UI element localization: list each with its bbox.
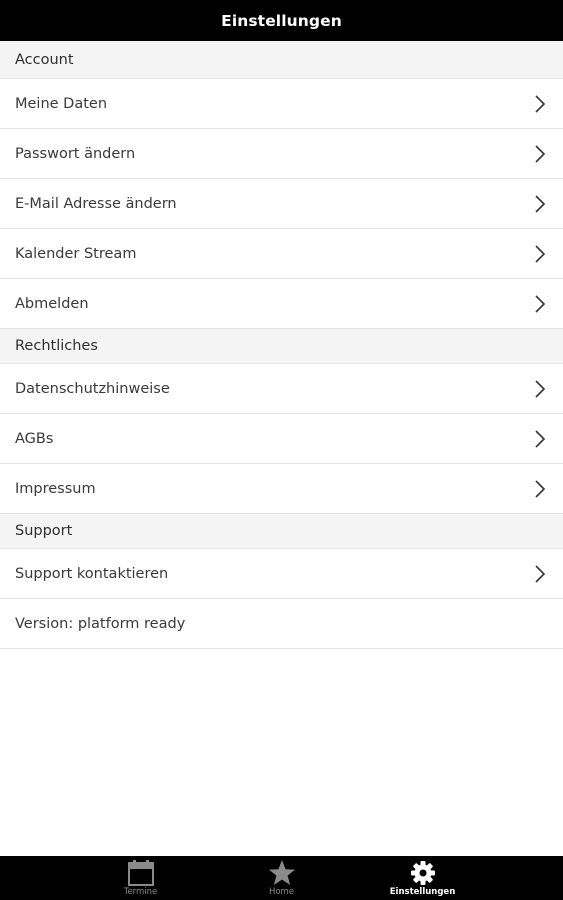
gear-icon <box>409 859 437 887</box>
settings-item-label: Impressum <box>15 480 96 497</box>
settings-item-datenschutzhinweise[interactable]: Datenschutzhinweise <box>0 364 563 414</box>
section-header-rechtliches: Rechtliches <box>0 329 563 364</box>
settings-item-support-kontaktieren[interactable]: Support kontaktieren <box>0 549 563 599</box>
settings-item-label: Datenschutzhinweise <box>15 380 170 397</box>
section-title: Rechtliches <box>15 338 98 354</box>
bottom-tab-bar: Termine Home Einstellungen <box>0 856 563 900</box>
chevron-right-icon <box>533 429 547 449</box>
tab-label: Termine <box>123 887 158 897</box>
settings-item-label: Kalender Stream <box>15 245 137 262</box>
chevron-right-icon <box>533 244 547 264</box>
settings-item-meine-daten[interactable]: Meine Daten <box>0 79 563 129</box>
settings-item-label: Abmelden <box>15 295 89 312</box>
tab-label: Einstellungen <box>389 887 456 897</box>
section-title: Account <box>15 51 74 68</box>
settings-item-passwort-aendern[interactable]: Passwort ändern <box>0 129 563 179</box>
chevron-right-icon <box>533 564 547 584</box>
page-title: Einstellungen <box>221 11 342 30</box>
tab-home[interactable]: Home <box>211 856 352 900</box>
chevron-right-icon <box>533 479 547 499</box>
settings-screen: Einstellungen Account Meine Daten Passwo… <box>0 0 563 900</box>
chevron-right-icon <box>533 194 547 214</box>
star-icon <box>268 859 296 887</box>
chevron-right-icon <box>533 294 547 314</box>
section-header-account: Account <box>0 41 563 79</box>
tab-termine[interactable]: Termine <box>70 856 211 900</box>
section-header-support: Support <box>0 514 563 549</box>
settings-item-label: Passwort ändern <box>15 145 136 162</box>
tab-einstellungen[interactable]: Einstellungen <box>352 856 493 900</box>
settings-item-kalender-stream[interactable]: Kalender Stream <box>0 229 563 279</box>
section-title: Support <box>15 523 73 539</box>
settings-item-impressum[interactable]: Impressum <box>0 464 563 514</box>
version-row: Version: platform ready <box>0 599 563 649</box>
chevron-right-icon <box>533 144 547 164</box>
calendar-icon <box>127 859 155 887</box>
settings-item-label: E-Mail Adresse ändern <box>15 195 177 212</box>
chevron-right-icon <box>533 94 547 114</box>
settings-item-label: AGBs <box>15 430 54 447</box>
tab-label: Home <box>268 887 295 897</box>
settings-item-label: Support kontaktieren <box>15 565 169 582</box>
settings-item-email-aendern[interactable]: E-Mail Adresse ändern <box>0 179 563 229</box>
settings-item-label: Meine Daten <box>15 95 108 112</box>
version-text: Version: platform ready <box>15 615 186 632</box>
chevron-right-icon <box>533 379 547 399</box>
settings-item-agbs[interactable]: AGBs <box>0 414 563 464</box>
title-bar: Einstellungen <box>0 0 563 41</box>
settings-item-abmelden[interactable]: Abmelden <box>0 279 563 329</box>
